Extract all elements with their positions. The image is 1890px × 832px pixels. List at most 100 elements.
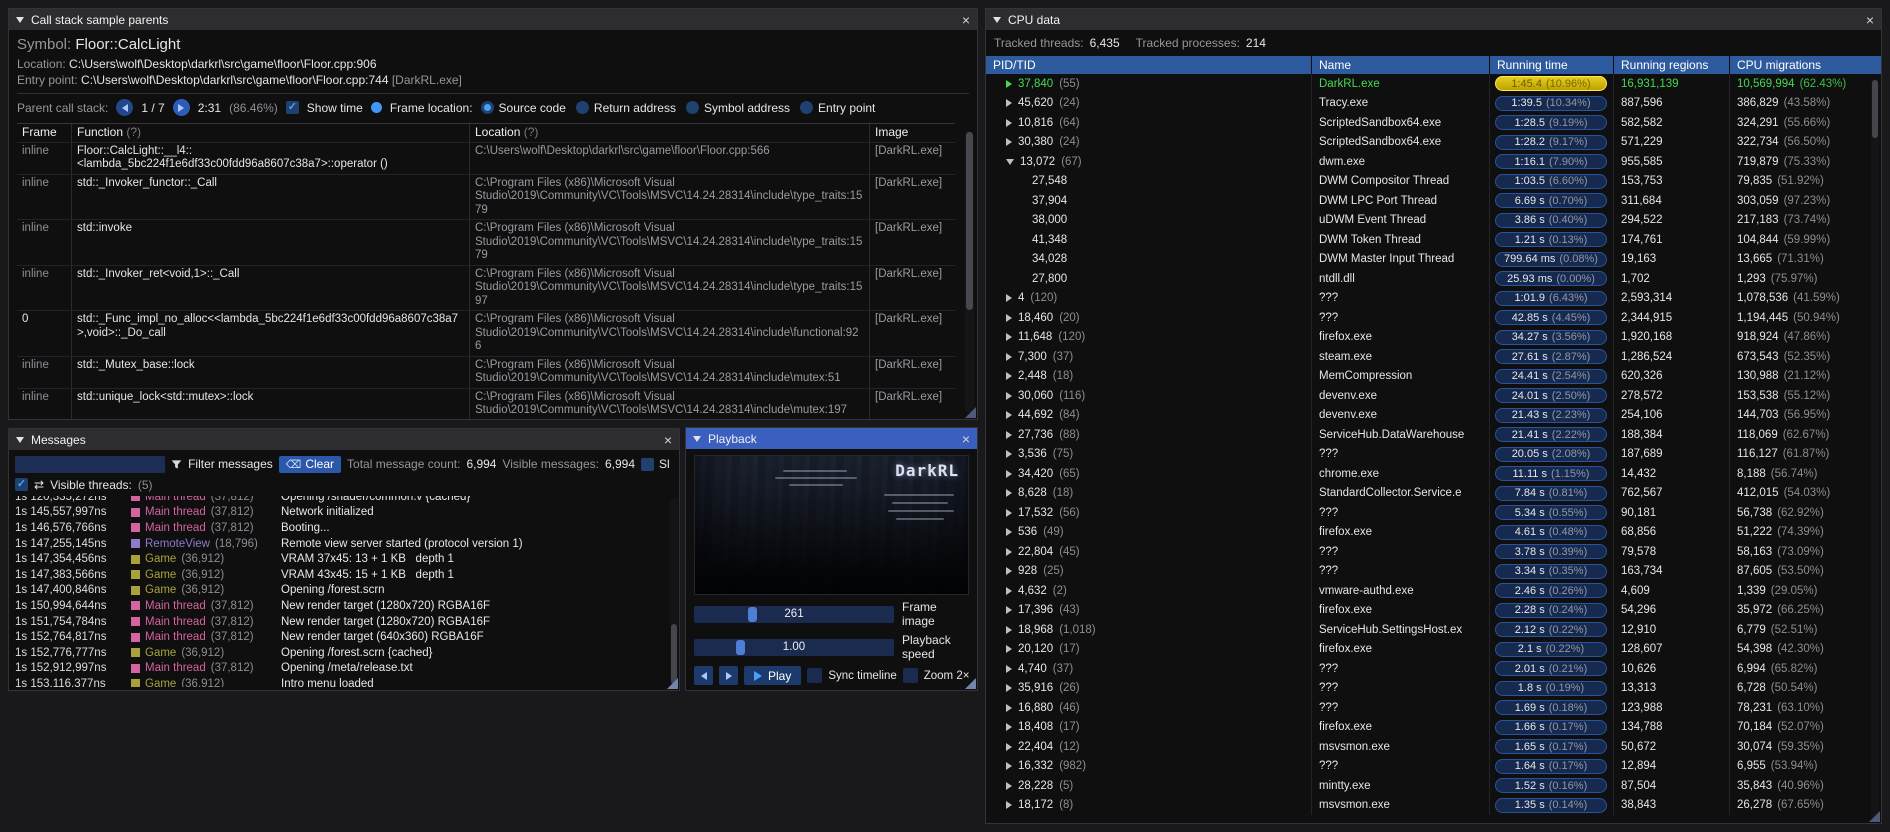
- clipped-checkbox[interactable]: [641, 457, 654, 471]
- cpu-row[interactable]: 35,916 (26)??? 1.8 s (0.19%) 13,313 6,728 (50.…: [986, 678, 1881, 698]
- expand-arrow-icon[interactable]: [1006, 391, 1012, 400]
- message-row[interactable]: 1s 147,383,566ns Game (36,912) VRAM 43x45: …: [15, 567, 673, 583]
- cpu-row[interactable]: 8,628 (18) StandardCollector.Service.e 7.84…: [986, 483, 1881, 503]
- cpu-row[interactable]: 27,548 DWM Compositor Thread 1:03.5 (6.60%)…: [986, 171, 1881, 191]
- expand-arrow-icon[interactable]: [1006, 606, 1012, 615]
- message-row[interactable]: 1s 147,354,456ns Game (36,912) VRAM 37x45: …: [15, 551, 673, 567]
- slider-grab[interactable]: [736, 639, 745, 655]
- cpu-row[interactable]: 22,804 (45)??? 3.78 s (0.39%) 79,578 58,163 (7…: [986, 542, 1881, 562]
- message-row[interactable]: 1s 153,116,377ns Game (36,912) Intro menu l…: [15, 676, 673, 687]
- prev-frame-button[interactable]: [694, 666, 713, 685]
- collapse-arrow-icon[interactable]: [1006, 158, 1014, 165]
- column-header[interactable]: CPU migrations: [1730, 56, 1881, 74]
- cpu-row[interactable]: 28,228 (5) mintty.exe 1.52 s (0.16%) 87,504 35…: [986, 776, 1881, 796]
- cpu-row[interactable]: 16,880 (46)??? 1.69 s (0.18%) 123,988 78,231 (…: [986, 698, 1881, 718]
- cpu-row[interactable]: 17,532 (56)??? 5.34 s (0.55%) 90,181 56,738 (6…: [986, 503, 1881, 523]
- expand-arrow-icon[interactable]: [1006, 703, 1012, 712]
- expand-arrow-icon[interactable]: [1006, 79, 1012, 88]
- expand-arrow-icon[interactable]: [1006, 586, 1012, 595]
- message-row[interactable]: 1s 150,994,644ns Main thread (37,812) New r…: [15, 598, 673, 614]
- next-callstack-button[interactable]: [172, 99, 190, 116]
- message-row[interactable]: 1s 152,912,997ns Main thread (37,812) Openi…: [15, 661, 673, 677]
- next-frame-button[interactable]: [719, 666, 738, 685]
- expand-arrow-icon[interactable]: [1006, 742, 1012, 751]
- radio-icon[interactable]: [685, 101, 699, 114]
- collapse-arrow-icon[interactable]: [16, 436, 24, 443]
- messages-titlebar[interactable]: Messages ×: [9, 429, 679, 450]
- collapse-arrow-icon[interactable]: [16, 16, 24, 23]
- messages-scrollbar[interactable]: [670, 498, 678, 686]
- close-icon[interactable]: ×: [664, 433, 672, 447]
- cpu-row[interactable]: 37,904 DWM LPC Port Thread 6.69 s (0.70%) 31…: [986, 191, 1881, 211]
- show-time-checkbox[interactable]: [285, 101, 299, 114]
- expand-arrow-icon[interactable]: [1006, 664, 1012, 673]
- cpu-row[interactable]: 41,348 DWM Token Thread 1.21 s (0.13%) 174,7…: [986, 230, 1881, 250]
- callstack-row[interactable]: inline std::_Mutex_base::lock C:\Program F…: [17, 355, 955, 388]
- frame-image-slider[interactable]: 261: [694, 605, 894, 623]
- column-header[interactable]: Running time: [1490, 56, 1614, 74]
- frame-location-option[interactable]: Return address: [575, 101, 676, 115]
- message-row[interactable]: 1s 147,255,145ns RemoteView (18,796) Remote…: [15, 536, 673, 552]
- message-row[interactable]: 1s 145,557,997ns Main thread (37,812) Netwo…: [15, 505, 673, 521]
- resize-grip[interactable]: [965, 678, 976, 689]
- resize-grip[interactable]: [1869, 811, 1880, 822]
- cpu-row[interactable]: 45,620 (24) Tracy.exe 1:39.5 (10.34%) 887,596…: [986, 93, 1881, 113]
- expand-arrow-icon[interactable]: [1006, 294, 1012, 303]
- cpu-row[interactable]: 3,536 (75)??? 20.05 s (2.08%) 187,689 116,127…: [986, 444, 1881, 464]
- expand-arrow-icon[interactable]: [1006, 372, 1012, 381]
- slider-grab[interactable]: [748, 606, 757, 622]
- cpu-row[interactable]: 10,816 (64) ScriptedSandbox64.exe 1:28.5 (9.…: [986, 113, 1881, 133]
- cpu-row[interactable]: 37,840 (55) DarkRL.exe 1:45.4 (10.96%) 16,931…: [986, 74, 1881, 94]
- frame-location-option[interactable]: Source code: [480, 101, 566, 115]
- collapse-arrow-icon[interactable]: [993, 16, 1001, 23]
- callstack-titlebar[interactable]: Call stack sample parents ×: [9, 9, 977, 30]
- playback-speed-slider[interactable]: 1.00: [694, 638, 894, 656]
- expand-arrow-icon[interactable]: [1006, 801, 1012, 810]
- expand-arrow-icon[interactable]: [1006, 469, 1012, 478]
- expand-arrow-icon[interactable]: [1006, 762, 1012, 771]
- callstack-row[interactable]: 0 std::_Func_impl_no_alloc<<lambda_5bc224…: [17, 310, 955, 356]
- expand-arrow-icon[interactable]: [1006, 567, 1012, 576]
- radio-icon[interactable]: [800, 101, 814, 114]
- frame-location-option[interactable]: Entry point: [800, 101, 875, 115]
- callstack-row[interactable]: inline std::_Invoker_ret<void,1>::_Call C:…: [17, 264, 955, 310]
- cpu-row[interactable]: 38,000 uDWM Event Thread 3.86 s (0.40%) 294,…: [986, 210, 1881, 230]
- scrollbar-thumb[interactable]: [966, 132, 973, 310]
- callstack-row[interactable]: inline Floor::CalcLight::__l4::<lambda_5b…: [17, 141, 955, 174]
- expand-arrow-icon[interactable]: [1006, 625, 1012, 634]
- callstack-scrollbar[interactable]: [965, 131, 974, 413]
- expand-arrow-icon[interactable]: [1006, 352, 1012, 361]
- column-header-function[interactable]: Function (?): [72, 124, 470, 142]
- column-header[interactable]: Name: [1312, 56, 1490, 74]
- expand-arrow-icon[interactable]: [1006, 781, 1012, 790]
- column-header-frame[interactable]: Frame: [17, 124, 72, 142]
- cpu-row[interactable]: 27,800 ntdll.dll 25.93 ms (0.00%) 1,702 1,293…: [986, 269, 1881, 289]
- cpu-row[interactable]: 11,648 (120) firefox.exe 34.27 s (3.56%) 1,92…: [986, 327, 1881, 347]
- expand-arrow-icon[interactable]: [1006, 450, 1012, 459]
- cpu-row[interactable]: 22,404 (12) msvsmon.exe 1.65 s (0.17%) 50,672…: [986, 737, 1881, 757]
- resize-grip[interactable]: [965, 407, 976, 418]
- cpu-row[interactable]: 18,968 (1,018) ServiceHub.SettingsHost.ex 2…: [986, 620, 1881, 640]
- callstack-row[interactable]: inline std::invoke C:\Program Files (x86)\…: [17, 219, 955, 265]
- expand-arrow-icon[interactable]: [1006, 430, 1012, 439]
- clear-filter-button[interactable]: ⌫ Clear: [278, 455, 342, 473]
- threads-checkbox[interactable]: [15, 478, 28, 491]
- expand-arrow-icon[interactable]: [1006, 508, 1012, 517]
- visible-threads-label[interactable]: Visible threads:: [50, 478, 132, 492]
- close-icon[interactable]: ×: [1866, 13, 1874, 27]
- cpu-row[interactable]: 4 (120)??? 1:01.9 (6.43%) 2,593,314 1,078,536…: [986, 288, 1881, 308]
- frame-location-option[interactable]: Symbol address: [685, 101, 790, 115]
- expand-arrow-icon[interactable]: [1006, 118, 1012, 127]
- expand-arrow-icon[interactable]: [1006, 333, 1012, 342]
- column-header[interactable]: Running regions: [1614, 56, 1730, 74]
- radio-icon[interactable]: [480, 101, 494, 114]
- message-row[interactable]: 1s 147,400,846ns Game (36,912) Opening /for…: [15, 583, 673, 599]
- expand-arrow-icon[interactable]: [1006, 99, 1012, 108]
- cpu-row[interactable]: 30,380 (24) ScriptedSandbox64.exe 1:28.2 (9.…: [986, 132, 1881, 152]
- cpu-row[interactable]: 13,072 (67) dwm.exe 1:16.1 (7.90%) 955,585 719…: [986, 152, 1881, 172]
- expand-arrow-icon[interactable]: [1006, 528, 1012, 537]
- cpu-row[interactable]: 18,460 (20)??? 42.85 s (4.45%) 2,344,915 1,19…: [986, 308, 1881, 328]
- expand-arrow-icon[interactable]: [1006, 645, 1012, 654]
- callstack-row[interactable]: inline std::_Invoker_functor::_Call C:\Pro…: [17, 173, 955, 219]
- cpu-row[interactable]: 16,332 (982)??? 1.64 s (0.17%) 12,894 6,955 (5…: [986, 756, 1881, 776]
